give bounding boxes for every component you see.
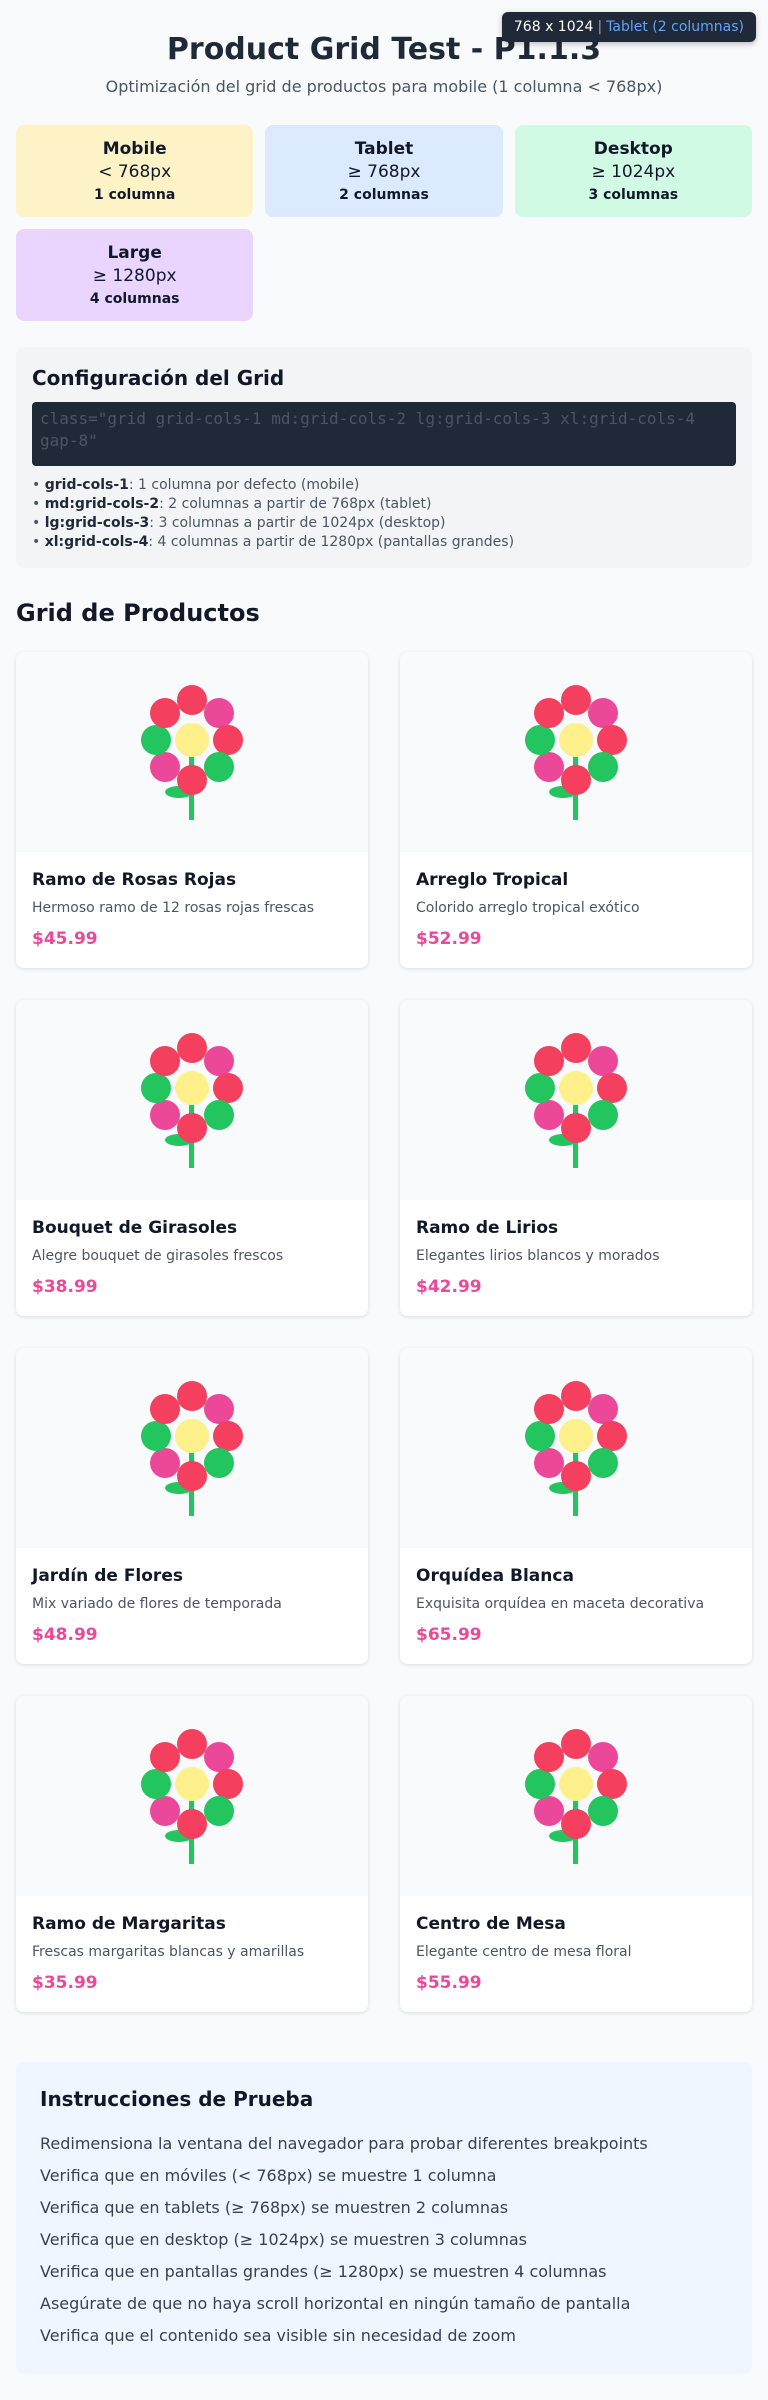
breakpoint-columns: 2 columnas: [339, 187, 429, 203]
product-description: Mix variado de flores de temporada: [32, 1596, 282, 1612]
instruction-item: Verifica que en móviles (< 768px) se mue…: [40, 2166, 497, 2185]
product-price: $48.99: [32, 1625, 98, 1645]
product-description: Elegantes lirios blancos y morados: [416, 1248, 660, 1264]
product-name: Ramo de Rosas Rojas: [32, 870, 237, 890]
product-price: $45.99: [32, 929, 98, 949]
product-image: [16, 1696, 368, 1896]
product-name: Ramo de Margaritas: [32, 1914, 226, 1934]
product-card[interactable]: Orquídea Blanca Exquisita orquídea en ma…: [400, 1348, 752, 1664]
flower-icon: [141, 1729, 243, 1864]
config-note-text: : 4 columnas a partir de 1280px (pantall…: [148, 534, 515, 550]
breakpoint-columns: 3 columnas: [588, 187, 679, 203]
products-section-title: Grid de Productos: [16, 599, 260, 627]
product-image: [400, 1348, 752, 1548]
flower-icon: [525, 685, 627, 820]
config-code-block: class="grid grid-cols-1 md:grid-cols-2 l…: [32, 402, 736, 466]
breakpoint-range: < 768px: [98, 162, 172, 182]
viewport-mode-text: Tablet (2 columnas): [606, 19, 744, 35]
flower-icon: [141, 1033, 243, 1168]
breakpoint-name: Large: [107, 243, 162, 263]
page-subtitle: Optimización del grid de productos para …: [105, 77, 663, 96]
product-name: Orquídea Blanca: [416, 1566, 574, 1586]
breakpoint-range: ≥ 1024px: [591, 162, 676, 182]
product-price: $35.99: [32, 1973, 98, 1993]
flower-icon: [525, 1729, 627, 1864]
page: Product Grid Test - P1.1.3 Optimización …: [0, 0, 768, 2374]
instruction-item: Redimensiona la ventana del navegador pa…: [40, 2134, 648, 2153]
product-card[interactable]: Jardín de Flores Mix variado de flores d…: [16, 1348, 368, 1664]
flower-icon: [141, 685, 243, 820]
breakpoint-columns: 4 columnas: [89, 291, 180, 307]
config-note-key: xl:grid-cols-4: [44, 534, 149, 550]
product-description: Frescas margaritas blancas y amarillas: [32, 1944, 305, 1960]
flower-icon: [525, 1381, 627, 1516]
viewport-size-badge: 768 x 1024 | Tablet (2 columnas): [501, 12, 756, 42]
badge-separator: |: [597, 19, 603, 35]
breakpoint-name: Tablet: [354, 139, 414, 159]
config-note: • md:grid-cols-2: 2 columnas a partir de…: [32, 496, 432, 512]
product-name: Jardín de Flores: [32, 1566, 183, 1586]
product-name: Ramo de Lirios: [416, 1218, 559, 1238]
product-card[interactable]: Ramo de Margaritas Frescas margaritas bl…: [16, 1696, 368, 2012]
flower-icon: [141, 1381, 243, 1516]
product-description: Alegre bouquet de girasoles frescos: [32, 1248, 284, 1264]
instruction-item: Verifica que en pantallas grandes (≥ 128…: [40, 2262, 607, 2281]
instructions-list: Redimensiona la ventana del navegador pa…: [40, 2128, 728, 2352]
product-description: Hermoso ramo de 12 rosas rojas frescas: [32, 900, 315, 916]
product-name: Bouquet de Girasoles: [32, 1218, 238, 1238]
product-grid: Ramo de Rosas Rojas Hermoso ramo de 12 r…: [16, 652, 752, 2012]
product-description: Exquisita orquídea en maceta decorativa: [416, 1596, 705, 1612]
flower-icon: [525, 1033, 627, 1168]
config-note: • lg:grid-cols-3: 3 columnas a partir de…: [32, 515, 446, 531]
breakpoint-card-mobile: Mobile < 768px 1 columna: [16, 125, 254, 217]
config-note-text: : 3 columnas a partir de 1024px (desktop…: [149, 515, 446, 531]
breakpoint-card-large: Large ≥ 1280px 4 columnas: [16, 229, 254, 321]
instruction-item: Verifica que el contenido sea visible si…: [40, 2326, 516, 2345]
instructions-title: Instrucciones de Prueba: [40, 2087, 314, 2111]
breakpoint-range: ≥ 768px: [347, 162, 421, 182]
instruction-item: Asegúrate de que no haya scroll horizont…: [40, 2294, 631, 2313]
config-note-key: md:grid-cols-2: [44, 496, 160, 512]
product-price: $52.99: [416, 929, 482, 949]
breakpoint-range: ≥ 1280px: [92, 266, 177, 286]
product-description: Elegante centro de mesa floral: [416, 1944, 632, 1960]
config-note: • xl:grid-cols-4: 4 columnas a partir de…: [32, 534, 515, 550]
test-instructions-panel: Instrucciones de Prueba Redimensiona la …: [16, 2062, 752, 2374]
config-note-text: : 2 columnas a partir de 768px (tablet): [159, 496, 432, 512]
product-image: [16, 1348, 368, 1548]
product-image: [16, 1000, 368, 1200]
breakpoint-name: Desktop: [593, 139, 673, 159]
product-price: $65.99: [416, 1625, 482, 1645]
product-price: $42.99: [416, 1277, 482, 1297]
breakpoint-card-tablet: Tablet ≥ 768px 2 columnas: [265, 125, 503, 217]
product-name: Centro de Mesa: [416, 1914, 566, 1934]
config-note-text: : 1 columna por defecto (mobile): [128, 477, 360, 493]
product-description: Colorido arreglo tropical exótico: [416, 900, 640, 916]
grid-config-panel: Configuración del Grid class="grid grid-…: [16, 347, 752, 568]
product-card[interactable]: Centro de Mesa Elegante centro de mesa f…: [400, 1696, 752, 2012]
breakpoint-columns: 1 columna: [94, 187, 176, 203]
product-name: Arreglo Tropical: [416, 870, 569, 890]
config-note-key: lg:grid-cols-3: [44, 515, 150, 531]
product-image: [400, 1696, 752, 1896]
breakpoint-name: Mobile: [102, 139, 167, 159]
product-price: $55.99: [416, 1973, 482, 1993]
instruction-item: Verifica que en tablets (≥ 768px) se mue…: [40, 2198, 509, 2217]
config-note: • grid-cols-1: 1 columna por defecto (mo…: [32, 477, 360, 493]
config-notes: • grid-cols-1: 1 columna por defecto (mo…: [32, 476, 736, 552]
product-image: [400, 1000, 752, 1200]
product-card[interactable]: Ramo de Rosas Rojas Hermoso ramo de 12 r…: [16, 652, 368, 968]
breakpoint-cards: Mobile < 768px 1 columna Tablet ≥ 768px …: [16, 125, 752, 321]
product-image: [400, 652, 752, 852]
instruction-item: Verifica que en desktop (≥ 1024px) se mu…: [40, 2230, 527, 2249]
product-price: $38.99: [32, 1277, 98, 1297]
breakpoint-card-desktop: Desktop ≥ 1024px 3 columnas: [514, 125, 752, 217]
config-title: Configuración del Grid: [32, 366, 285, 390]
product-card[interactable]: Arreglo Tropical Colorido arreglo tropic…: [400, 652, 752, 968]
config-note-key: grid-cols-1: [44, 477, 129, 493]
product-card[interactable]: Ramo de Lirios Elegantes lirios blancos …: [400, 1000, 752, 1316]
product-image: [16, 652, 368, 852]
product-card[interactable]: Bouquet de Girasoles Alegre bouquet de g…: [16, 1000, 368, 1316]
viewport-size-text: 768 x 1024: [513, 19, 594, 35]
